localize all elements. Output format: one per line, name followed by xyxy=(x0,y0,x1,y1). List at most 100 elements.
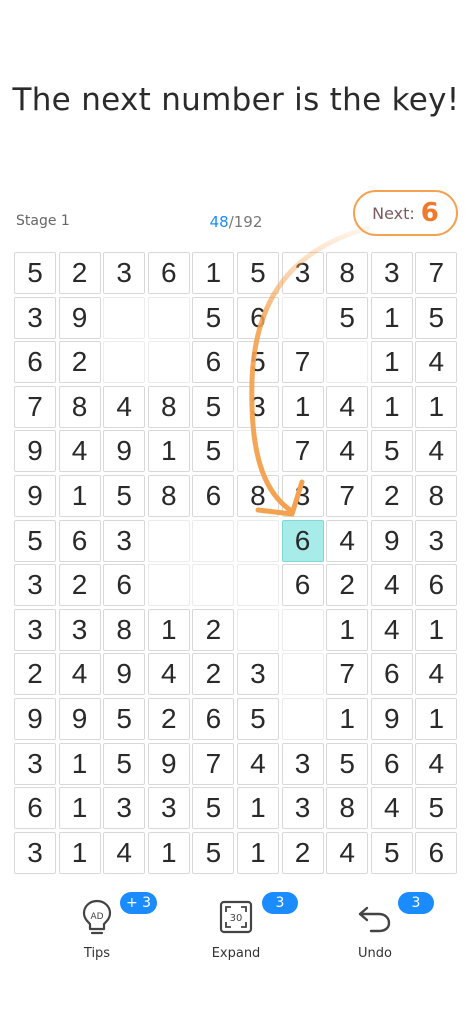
grid-cell[interactable]: 5 xyxy=(236,697,279,740)
grid-cell[interactable]: 7 xyxy=(281,430,324,473)
grid-cell[interactable] xyxy=(147,519,190,562)
grid-cell[interactable]: 2 xyxy=(58,341,101,384)
grid-cell[interactable]: 6 xyxy=(415,831,458,874)
grid-cell[interactable]: 1 xyxy=(58,831,101,874)
grid-cell[interactable]: 8 xyxy=(326,252,369,294)
grid-cell[interactable]: 9 xyxy=(14,474,56,517)
grid-cell[interactable]: 6 xyxy=(415,564,458,607)
grid-cell[interactable]: 3 xyxy=(281,787,324,830)
grid-cell[interactable]: 9 xyxy=(370,697,413,740)
grid-cell[interactable]: 6 xyxy=(58,519,101,562)
grid-cell[interactable]: 5 xyxy=(192,787,235,830)
grid-cell[interactable] xyxy=(236,519,279,562)
grid-cell[interactable] xyxy=(103,341,146,384)
grid-cell[interactable]: 7 xyxy=(326,474,369,517)
grid-cell[interactable]: 9 xyxy=(103,653,146,696)
grid-cell[interactable] xyxy=(236,608,279,651)
grid-cell[interactable]: 3 xyxy=(236,385,279,428)
grid-cell[interactable]: 4 xyxy=(415,742,458,785)
grid-cell[interactable]: 5 xyxy=(103,742,146,785)
grid-cell[interactable]: 6 xyxy=(192,341,235,384)
grid-cell[interactable]: 1 xyxy=(415,697,458,740)
grid-cell[interactable]: 1 xyxy=(58,787,101,830)
grid-cell[interactable]: 3 xyxy=(147,787,190,830)
grid-cell[interactable]: 4 xyxy=(415,341,458,384)
grid-cell[interactable] xyxy=(103,296,146,339)
grid-cell[interactable]: 1 xyxy=(147,608,190,651)
grid-cell[interactable]: 6 xyxy=(14,341,56,384)
grid-cell[interactable]: 5 xyxy=(326,742,369,785)
grid-cell[interactable]: 9 xyxy=(58,296,101,339)
grid-cell[interactable]: 9 xyxy=(58,697,101,740)
grid-cell[interactable]: 1 xyxy=(236,831,279,874)
grid-cell[interactable]: 1 xyxy=(370,341,413,384)
grid-cell[interactable] xyxy=(192,564,235,607)
grid-cell[interactable]: 6 xyxy=(281,519,324,562)
grid-cell[interactable]: 6 xyxy=(192,697,235,740)
grid-cell[interactable]: 4 xyxy=(370,564,413,607)
grid-cell[interactable]: 1 xyxy=(370,385,413,428)
grid-cell[interactable]: 5 xyxy=(326,296,369,339)
grid-cell[interactable]: 1 xyxy=(370,296,413,339)
grid-cell[interactable]: 3 xyxy=(415,519,458,562)
grid-cell[interactable]: 6 xyxy=(370,742,413,785)
grid-cell[interactable]: 8 xyxy=(147,385,190,428)
grid-cell[interactable]: 2 xyxy=(326,564,369,607)
grid-cell[interactable]: 5 xyxy=(192,296,235,339)
grid-cell[interactable]: 3 xyxy=(370,252,413,294)
grid-cell[interactable]: 9 xyxy=(370,519,413,562)
grid-cell[interactable]: 7 xyxy=(415,252,458,294)
grid-cell[interactable]: 9 xyxy=(103,430,146,473)
grid-cell[interactable]: 8 xyxy=(236,474,279,517)
grid-cell[interactable]: 1 xyxy=(281,385,324,428)
grid-cell[interactable] xyxy=(281,653,324,696)
grid-cell[interactable]: 1 xyxy=(147,831,190,874)
grid-cell[interactable]: 4 xyxy=(415,430,458,473)
grid-cell[interactable]: 5 xyxy=(370,430,413,473)
grid-cell[interactable]: 5 xyxy=(370,831,413,874)
grid-cell[interactable]: 6 xyxy=(236,296,279,339)
grid-cell[interactable]: 6 xyxy=(147,252,190,294)
grid-cell[interactable]: 1 xyxy=(58,742,101,785)
grid-cell[interactable]: 6 xyxy=(103,564,146,607)
grid-cell[interactable]: 8 xyxy=(326,787,369,830)
grid-cell[interactable]: 4 xyxy=(326,519,369,562)
grid-cell[interactable] xyxy=(281,697,324,740)
grid-cell[interactable]: 5 xyxy=(103,474,146,517)
grid-cell[interactable]: 9 xyxy=(14,697,56,740)
grid-cell[interactable]: 4 xyxy=(58,430,101,473)
grid-cell[interactable]: 1 xyxy=(326,697,369,740)
grid-cell[interactable]: 8 xyxy=(147,474,190,517)
grid-cell[interactable]: 5 xyxy=(192,385,235,428)
grid-cell[interactable]: 4 xyxy=(415,653,458,696)
grid-cell[interactable]: 3 xyxy=(103,252,146,294)
grid-cell[interactable] xyxy=(192,519,235,562)
grid-cell[interactable] xyxy=(147,341,190,384)
grid-cell[interactable]: 3 xyxy=(103,519,146,562)
grid-cell[interactable] xyxy=(281,608,324,651)
grid-cell[interactable]: 3 xyxy=(236,653,279,696)
grid-cell[interactable] xyxy=(147,564,190,607)
grid-cell[interactable]: 4 xyxy=(326,430,369,473)
grid-cell[interactable]: 5 xyxy=(14,252,56,294)
grid-cell[interactable]: 4 xyxy=(370,608,413,651)
grid-cell[interactable]: 6 xyxy=(370,653,413,696)
grid-cell[interactable]: 2 xyxy=(14,653,56,696)
grid-cell[interactable]: 1 xyxy=(326,608,369,651)
grid-cell[interactable]: 3 xyxy=(14,608,56,651)
grid-cell[interactable]: 3 xyxy=(58,608,101,651)
grid-cell[interactable]: 5 xyxy=(103,697,146,740)
grid-cell[interactable]: 3 xyxy=(14,742,56,785)
grid-cell[interactable]: 9 xyxy=(14,430,56,473)
grid-cell[interactable]: 3 xyxy=(14,831,56,874)
grid-cell[interactable]: 4 xyxy=(103,385,146,428)
grid-cell[interactable] xyxy=(236,430,279,473)
grid-cell[interactable]: 8 xyxy=(103,608,146,651)
grid-cell[interactable]: 4 xyxy=(103,831,146,874)
grid-cell[interactable]: 8 xyxy=(58,385,101,428)
grid-cell[interactable]: 5 xyxy=(14,519,56,562)
grid-cell[interactable]: 5 xyxy=(192,430,235,473)
grid-cell[interactable]: 3 xyxy=(14,564,56,607)
grid-cell[interactable]: 1 xyxy=(415,385,458,428)
grid-cell[interactable]: 7 xyxy=(281,341,324,384)
